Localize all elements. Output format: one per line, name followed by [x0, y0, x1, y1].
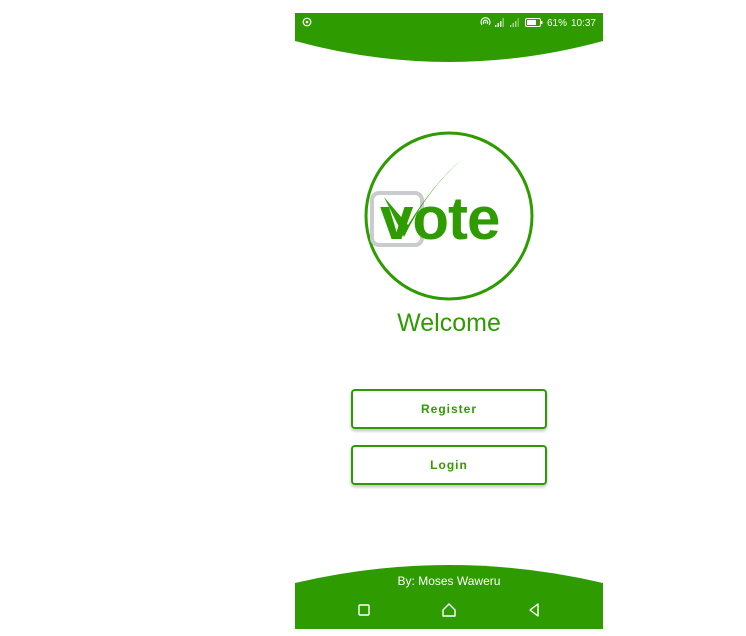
signal-icon — [494, 17, 506, 30]
system-nav-bar — [295, 597, 603, 621]
app-screen: 61% 10:37 vote Welcome Register Login By… — [295, 13, 603, 629]
author-credit: By: Moses Waweru — [397, 574, 501, 588]
back-icon[interactable] — [523, 599, 545, 621]
home-icon[interactable] — [438, 599, 460, 621]
status-bar: 61% 10:37 — [295, 13, 603, 33]
login-button-label: Login — [430, 458, 468, 472]
welcome-title: Welcome — [397, 309, 501, 337]
sync-circle-icon — [302, 17, 312, 30]
battery-icon — [524, 17, 543, 30]
hotspot-icon — [480, 17, 491, 30]
vote-logo: vote — [364, 131, 534, 301]
battery-percent: 61% — [546, 18, 567, 29]
signal-icon — [509, 17, 521, 30]
recent-apps-icon[interactable] — [353, 599, 375, 621]
register-button[interactable]: Register — [351, 389, 547, 429]
register-button-label: Register — [420, 402, 478, 416]
clock: 10:37 — [570, 18, 596, 29]
login-button[interactable]: Login — [351, 445, 547, 485]
